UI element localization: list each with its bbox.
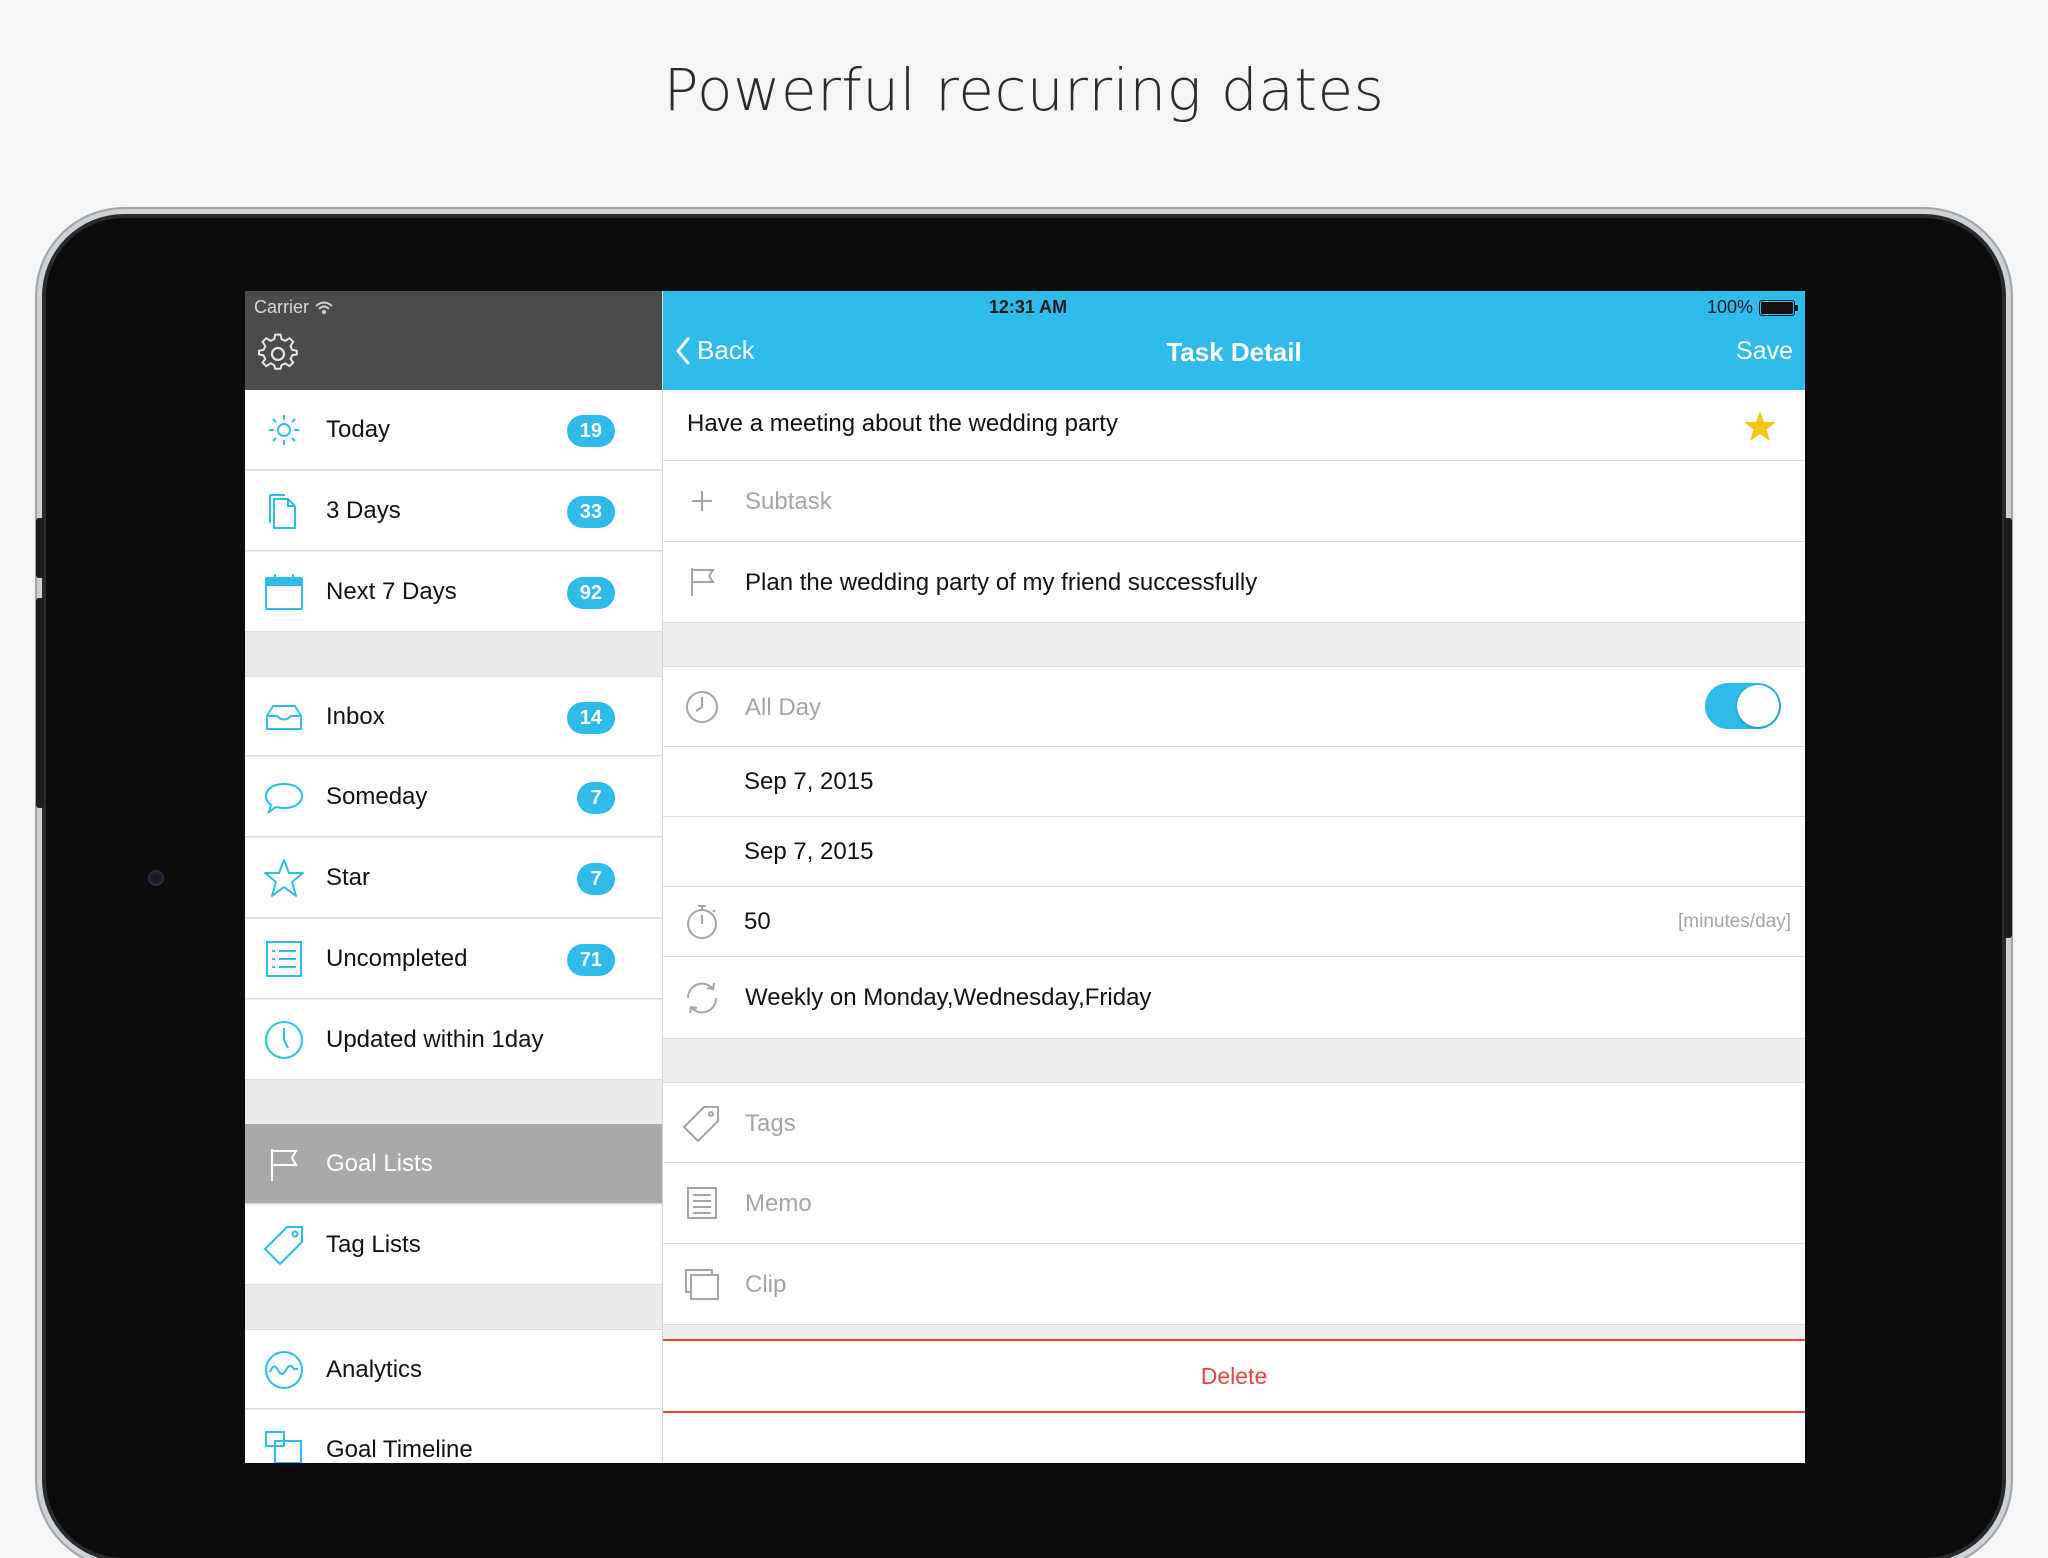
page-title: Task Detail xyxy=(1166,337,1302,367)
tag-icon xyxy=(683,1106,719,1142)
sidebar-item-label: Uncompleted xyxy=(326,945,468,972)
sidebar-item-next-7-days[interactable]: Next 7 Days 92 xyxy=(245,552,662,632)
repeat-rule: Weekly on Monday,Wednesday,Friday xyxy=(745,984,1152,1011)
star-outline-icon xyxy=(264,859,304,897)
sidebar-item-label: Star xyxy=(326,864,371,891)
sidebar-item-label: Next 7 Days xyxy=(326,578,457,605)
delete-button[interactable]: Delete xyxy=(663,1339,1805,1413)
sidebar-item-today[interactable]: Today 19 xyxy=(245,390,662,470)
detail-footer-space xyxy=(663,1413,1805,1463)
duration-row[interactable]: 50 [minutes/day] xyxy=(663,887,1805,957)
clip-input[interactable]: Clip xyxy=(745,1271,786,1299)
sidebar-item-3-days[interactable]: 3 Days 33 xyxy=(245,471,662,551)
sidebar-item-label: Today xyxy=(326,416,391,443)
wifi-icon xyxy=(315,301,333,314)
status-carrier: Carrier xyxy=(254,297,333,318)
plus-icon xyxy=(692,491,712,511)
memo-icon xyxy=(687,1187,717,1219)
speech-bubble-icon xyxy=(264,782,304,815)
count-badge: 33 xyxy=(566,496,615,528)
count-badge: 92 xyxy=(566,577,615,609)
sidebar-item-star[interactable]: Star 7 xyxy=(245,838,662,918)
duration-value[interactable]: 50 xyxy=(744,908,771,936)
sidebar-item-label: Analytics xyxy=(326,1356,423,1383)
list-icon xyxy=(266,941,302,977)
clip-row[interactable]: Clip xyxy=(663,1244,1805,1325)
timeline-icon xyxy=(265,1431,302,1463)
sidebar-item-label: Tag Lists xyxy=(326,1231,421,1258)
clip-icon xyxy=(685,1269,719,1300)
analytics-wave-icon xyxy=(265,1351,303,1389)
flag-icon xyxy=(271,1149,298,1181)
inbox-tray-icon xyxy=(266,705,302,730)
stopwatch-icon xyxy=(687,905,717,939)
sidebar-item-tag-lists[interactable]: Tag Lists xyxy=(245,1205,662,1285)
volume-buttons xyxy=(36,598,44,808)
clock-icon xyxy=(265,1021,303,1059)
toggle-knob xyxy=(1737,685,1779,727)
task-title[interactable]: Have a meeting about the wedding party xyxy=(687,410,1118,438)
goal-name: Plan the wedding party of my friend succ… xyxy=(745,569,1258,596)
status-battery: 100% xyxy=(1706,297,1798,318)
document-icon xyxy=(269,494,296,529)
sidebar-item-label: Updated within 1day xyxy=(326,1026,544,1053)
sidebar-header: Carrier xyxy=(245,291,662,390)
all-day-toggle[interactable] xyxy=(1705,683,1781,729)
tag-icon xyxy=(263,1226,303,1266)
sidebar-item-goal-lists[interactable]: Goal Lists xyxy=(245,1124,662,1204)
repeat-row[interactable]: Weekly on Monday,Wednesday,Friday xyxy=(663,957,1805,1039)
sun-icon xyxy=(269,415,299,445)
count-badge: 7 xyxy=(577,782,615,814)
start-date[interactable]: Sep 7, 2015 xyxy=(744,768,873,796)
battery-percent: 100% xyxy=(1706,297,1753,317)
all-day-label: All Day xyxy=(745,694,822,721)
tags-input[interactable]: Tags xyxy=(745,1110,796,1138)
front-camera xyxy=(148,870,164,886)
sidebar-item-inbox[interactable]: Inbox 14 xyxy=(245,676,662,756)
sidebar-item-label: Goal Lists xyxy=(326,1150,433,1177)
headline: Powerful recurring dates xyxy=(663,56,1385,124)
repeat-icon xyxy=(686,982,718,1014)
sidebar-item-label: Someday xyxy=(326,783,428,810)
sidebar-item-label: 3 Days xyxy=(326,497,401,524)
task-detail-panel: 12:31 AM 100% Back Task Detail Save Have… xyxy=(663,291,1805,1463)
tags-row[interactable]: Tags xyxy=(663,1082,1805,1163)
end-date[interactable]: Sep 7, 2015 xyxy=(744,838,873,866)
goal-row[interactable]: Plan the wedding party of my friend succ… xyxy=(663,542,1805,623)
calendar-icon xyxy=(265,574,303,610)
memo-input[interactable]: Memo xyxy=(745,1190,812,1218)
nav-bar: 12:31 AM 100% Back Task Detail Save xyxy=(663,291,1805,390)
subtask-row[interactable]: Subtask xyxy=(663,461,1805,542)
sidebar-item-updated-within-1day[interactable]: Updated within 1day xyxy=(245,1000,662,1080)
subtask-input[interactable]: Subtask xyxy=(745,488,832,516)
task-title-row[interactable]: Have a meeting about the wedding party xyxy=(663,390,1805,461)
carrier-label: Carrier xyxy=(254,297,310,317)
mute-switch xyxy=(36,518,44,578)
sidebar-item-analytics[interactable]: Analytics xyxy=(245,1329,662,1409)
duration-unit: [minutes/day] xyxy=(1678,911,1791,932)
save-button[interactable]: Save xyxy=(1736,337,1793,366)
sidebar: Carrier Today 19 3 Days 33 Next 7 Days 9… xyxy=(245,291,663,1463)
side-rail xyxy=(2004,518,2012,938)
clock-icon xyxy=(686,691,718,723)
end-date-row[interactable]: Sep 7, 2015 xyxy=(663,817,1805,887)
count-badge: 14 xyxy=(566,702,615,734)
sidebar-item-goal-timeline[interactable]: Goal Timeline xyxy=(245,1410,662,1463)
sidebar-item-label: Goal Timeline xyxy=(326,1436,473,1463)
status-time: 12:31 AM xyxy=(988,297,1068,317)
sidebar-item-someday[interactable]: Someday 7 xyxy=(245,757,662,837)
flag-icon xyxy=(691,568,715,596)
count-badge: 19 xyxy=(566,415,615,447)
sidebar-item-uncompleted[interactable]: Uncompleted 71 xyxy=(245,919,662,999)
start-date-row[interactable]: Sep 7, 2015 xyxy=(663,747,1805,817)
app-screen: Carrier Today 19 3 Days 33 Next 7 Days 9… xyxy=(245,291,1805,1463)
sidebar-item-label: Inbox xyxy=(326,703,385,730)
battery-icon xyxy=(1759,299,1798,316)
star-filled-icon[interactable] xyxy=(1743,409,1777,443)
gear-icon[interactable] xyxy=(257,333,299,375)
count-badge: 71 xyxy=(566,944,615,976)
all-day-row: All Day xyxy=(663,666,1805,747)
memo-row[interactable]: Memo xyxy=(663,1163,1805,1244)
count-badge: 7 xyxy=(577,863,615,895)
